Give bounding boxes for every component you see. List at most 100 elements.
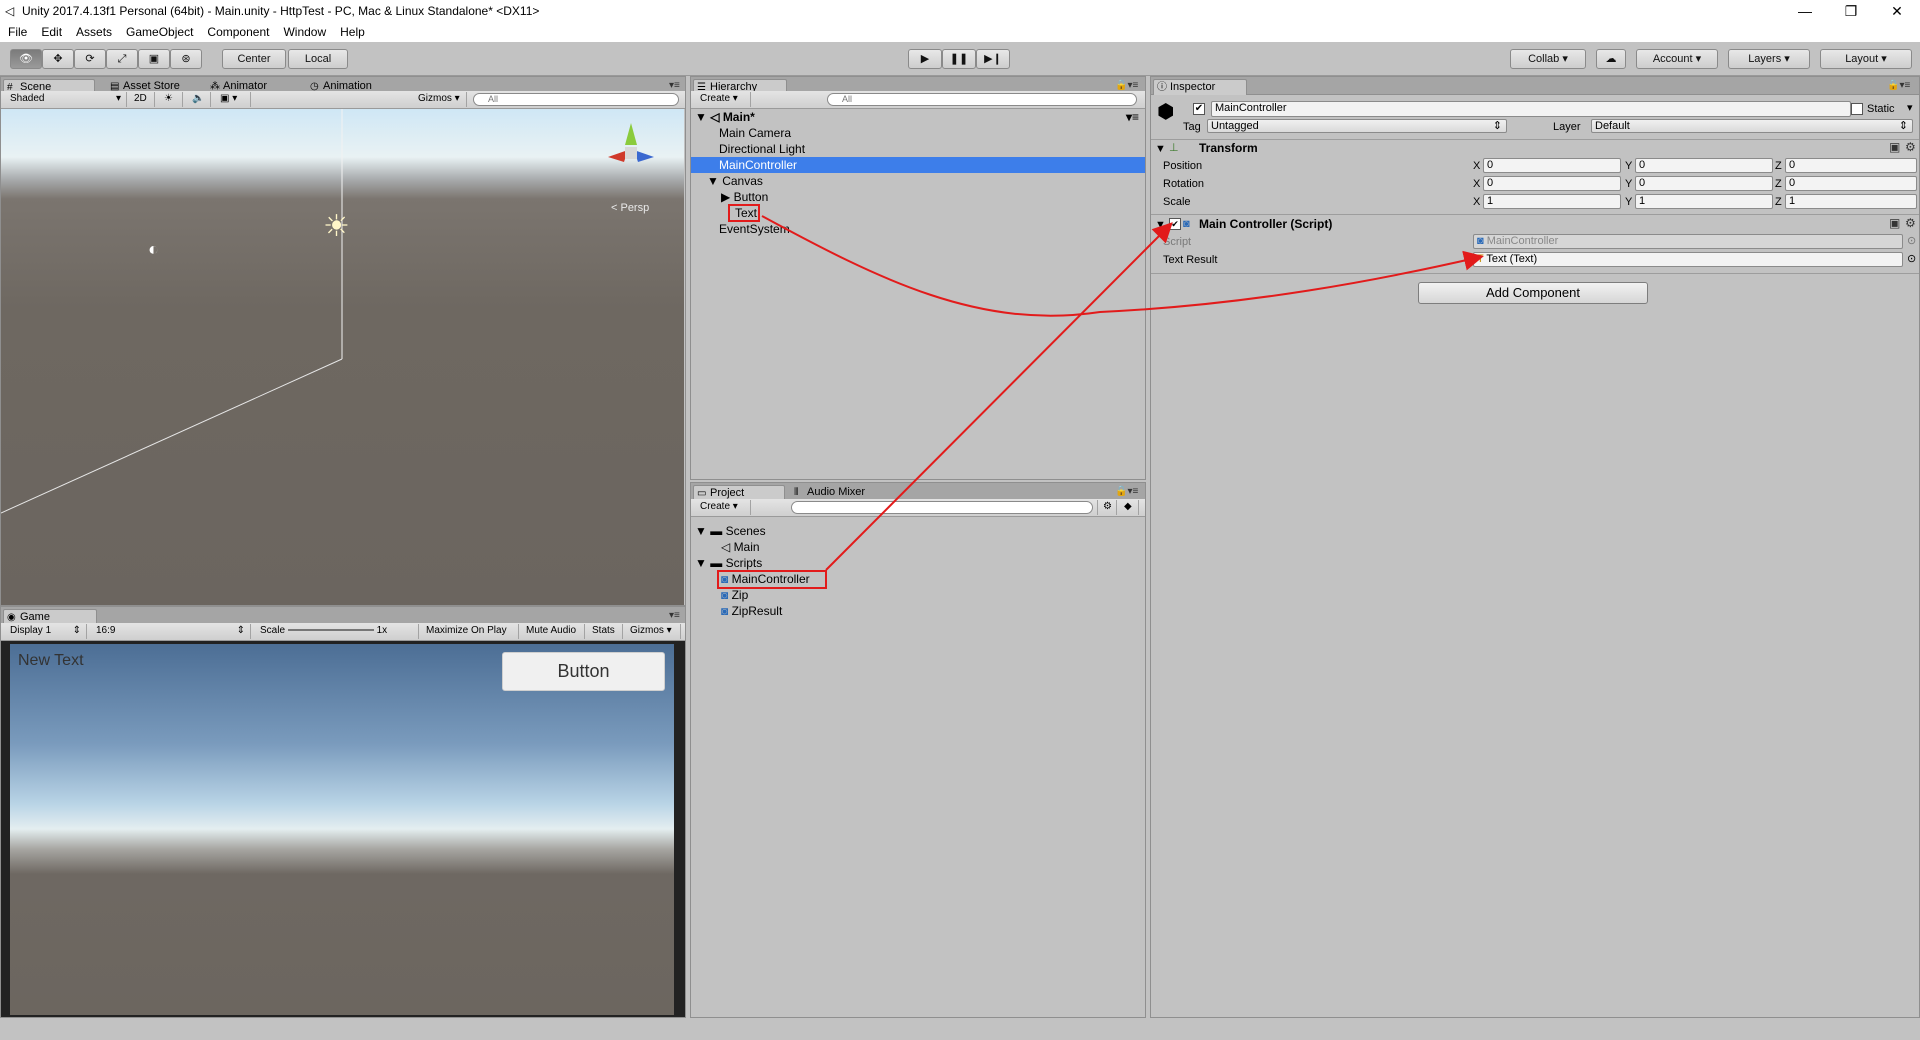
- object-name-input[interactable]: MainController: [1211, 101, 1851, 117]
- rect-tool-icon[interactable]: ▣: [138, 49, 170, 69]
- maximize-on-play-toggle[interactable]: Maximize On Play: [421, 624, 519, 639]
- hierarchy-item-directional-light[interactable]: Directional Light: [719, 141, 805, 157]
- folder-scenes[interactable]: ▼ ▬ Scenes: [695, 523, 766, 539]
- project-lock-icon[interactable]: 🔒▾≡: [1115, 486, 1138, 497]
- shading-dropdown[interactable]: Shaded ▾: [5, 92, 127, 107]
- transform-settings-gear-icon[interactable]: ⚙: [1905, 140, 1916, 154]
- game-view[interactable]: New Text Button: [10, 644, 674, 1015]
- rotate-tool-icon[interactable]: ⟳: [74, 49, 106, 69]
- position-y-field[interactable]: 0: [1635, 158, 1773, 173]
- menu-help[interactable]: Help: [340, 25, 365, 39]
- position-z-field[interactable]: 0: [1785, 158, 1917, 173]
- asset-zipresult-script[interactable]: ◙ ZipResult: [721, 603, 782, 619]
- menu-assets[interactable]: Assets: [76, 25, 112, 39]
- scene-root-item[interactable]: ▼ ◁ Main* ▾≡: [695, 109, 1143, 125]
- scale-slider[interactable]: Scale 1x: [255, 624, 419, 639]
- transform-foldout-icon[interactable]: ▼: [1155, 142, 1166, 156]
- display-label: Display 1: [10, 625, 52, 636]
- add-component-button[interactable]: Add Component: [1418, 282, 1648, 304]
- camera-icon[interactable]: ◐: [148, 239, 159, 260]
- rotation-y-field[interactable]: 0: [1635, 176, 1773, 191]
- inspector-lock-icon[interactable]: 🔒▾≡: [1887, 80, 1910, 91]
- hierarchy-item-canvas[interactable]: ▼ Canvas: [707, 173, 763, 189]
- scene-gizmo-icon[interactable]: [598, 117, 664, 183]
- rotation-x-field[interactable]: 0: [1483, 176, 1621, 191]
- filter-by-label-icon[interactable]: ◆: [1119, 500, 1139, 515]
- effects-icon[interactable]: ▣ ▾: [215, 92, 251, 107]
- step-button[interactable]: ▶❙: [976, 49, 1010, 69]
- collab-button[interactable]: Collab ▾: [1510, 49, 1586, 69]
- hierarchy-item-button[interactable]: ▶ Button: [721, 189, 768, 205]
- game-button[interactable]: Button: [502, 652, 665, 691]
- hierarchy-create-dropdown[interactable]: Create ▾: [695, 92, 751, 107]
- mute-audio-toggle[interactable]: Mute Audio: [521, 624, 585, 639]
- hierarchy-item-maincontroller[interactable]: MainController: [691, 157, 1145, 173]
- lighting-icon[interactable]: ☀: [159, 92, 183, 107]
- 2d-toggle[interactable]: 2D: [129, 92, 155, 107]
- active-checkbox[interactable]: ✔: [1193, 103, 1205, 115]
- tab-inspector[interactable]: ⓘ Inspector: [1153, 79, 1247, 95]
- project-search-input[interactable]: [791, 501, 1093, 514]
- layout-dropdown[interactable]: Layout ▾: [1820, 49, 1912, 69]
- account-dropdown[interactable]: Account ▾: [1636, 49, 1718, 69]
- scale-z-field[interactable]: 1: [1785, 194, 1917, 209]
- menu-window[interactable]: Window: [283, 25, 326, 39]
- scale-tool-icon[interactable]: ⤢: [106, 49, 138, 69]
- script-settings-gear-icon[interactable]: ⚙: [1905, 216, 1916, 230]
- game-gizmos-dropdown[interactable]: Gizmos ▾: [625, 624, 681, 639]
- play-button[interactable]: ▶: [908, 49, 942, 69]
- cloud-icon[interactable]: ☁: [1596, 49, 1626, 69]
- menu-gameobject[interactable]: GameObject: [126, 25, 193, 39]
- script-help-icon[interactable]: ▣: [1889, 216, 1900, 230]
- hierarchy-item-eventsystem[interactable]: EventSystem: [719, 221, 790, 237]
- object-picker-icon[interactable]: ⊙: [1907, 234, 1916, 248]
- folder-scripts[interactable]: ▼ ▬ Scripts: [695, 555, 762, 571]
- script-enabled-checkbox[interactable]: ✔: [1169, 218, 1181, 230]
- display-dropdown[interactable]: Display 1 ⇕: [5, 624, 87, 639]
- static-dropdown-icon[interactable]: ▾: [1907, 101, 1913, 115]
- tag-dropdown[interactable]: Untagged ⇕: [1207, 119, 1507, 133]
- hierarchy-lock-icon[interactable]: 🔒▾≡: [1115, 80, 1138, 91]
- audio-icon[interactable]: 🔈: [187, 92, 211, 107]
- gizmos-dropdown[interactable]: Gizmos ▾: [413, 92, 467, 107]
- pivot-center-button[interactable]: Center: [222, 49, 286, 69]
- menu-component[interactable]: Component: [207, 25, 269, 39]
- project-create-dropdown[interactable]: Create ▾: [695, 500, 751, 515]
- maximize-button[interactable]: ❐: [1828, 0, 1874, 22]
- scene-menu-icon[interactable]: ▾≡: [1126, 109, 1139, 125]
- pause-button[interactable]: ❚❚: [942, 49, 976, 69]
- transform-help-icon[interactable]: ▣: [1889, 140, 1900, 154]
- menu-edit[interactable]: Edit: [41, 25, 62, 39]
- scale-x-field[interactable]: 1: [1483, 194, 1621, 209]
- rotation-z-field[interactable]: 0: [1785, 176, 1917, 191]
- transform-tool-icon[interactable]: ⊛: [170, 49, 202, 69]
- move-tool-icon[interactable]: ✥: [42, 49, 74, 69]
- position-x-field[interactable]: 0: [1483, 158, 1621, 173]
- object-picker-icon[interactable]: ⊙: [1907, 252, 1916, 266]
- persp-label[interactable]: < Persp: [611, 202, 649, 214]
- asset-zip-script[interactable]: ◙ Zip: [721, 587, 748, 603]
- asset-main-scene[interactable]: ◁ Main: [721, 539, 760, 555]
- scene-search-input[interactable]: All: [473, 93, 679, 106]
- panel-menu-icon[interactable]: ▾≡: [669, 80, 680, 91]
- close-button[interactable]: ✕: [1874, 0, 1920, 22]
- layers-dropdown[interactable]: Layers ▾: [1728, 49, 1810, 69]
- static-checkbox[interactable]: [1851, 103, 1863, 115]
- menu-file[interactable]: File: [8, 25, 27, 39]
- scene-view[interactable]: ☀ ◐ < Persp: [1, 109, 684, 605]
- layer-dropdown[interactable]: Default ⇕: [1591, 119, 1913, 133]
- aspect-dropdown[interactable]: 16:9 ⇕: [91, 624, 251, 639]
- filter-by-type-icon[interactable]: ⚙: [1097, 500, 1117, 515]
- game-panel-menu-icon[interactable]: ▾≡: [669, 610, 680, 621]
- directional-light-icon[interactable]: ☀: [323, 209, 350, 244]
- pivot-local-button[interactable]: Local: [288, 49, 348, 69]
- text-result-field[interactable]: T Text (Text): [1473, 252, 1903, 267]
- script-foldout-icon[interactable]: ▼: [1155, 218, 1166, 232]
- hierarchy-search-input[interactable]: All: [827, 93, 1137, 106]
- hand-tool-icon[interactable]: 👁: [10, 49, 42, 69]
- minimize-button[interactable]: —: [1782, 0, 1828, 22]
- hierarchy-item-main-camera[interactable]: Main Camera: [719, 125, 791, 141]
- rotation-label: Rotation: [1163, 178, 1204, 190]
- scale-y-field[interactable]: 1: [1635, 194, 1773, 209]
- stats-toggle[interactable]: Stats: [587, 624, 623, 639]
